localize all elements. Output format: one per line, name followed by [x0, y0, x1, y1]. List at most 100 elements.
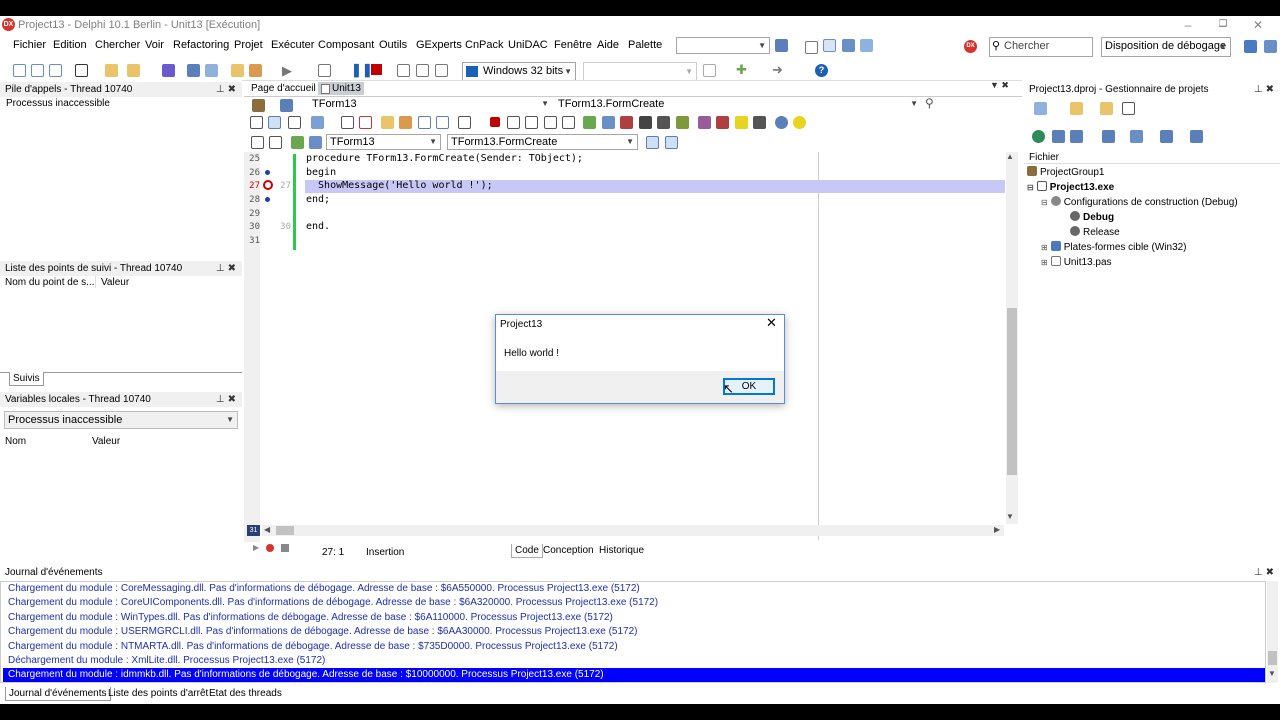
menu-executer[interactable]: Exécuter — [271, 39, 314, 51]
toolbar-icon[interactable] — [525, 116, 538, 129]
toolbar-icon[interactable] — [583, 116, 596, 129]
toolbar-icon[interactable] — [646, 136, 659, 149]
code-line[interactable]: end. — [306, 221, 330, 232]
toolbar-icon[interactable] — [602, 116, 615, 129]
toolbar-icon[interactable] — [507, 116, 520, 129]
tree-project-exe[interactable]: ⊟ Project13.exe — [1027, 181, 1114, 193]
tab-historique[interactable]: Historique — [596, 544, 647, 557]
toolbar-icon[interactable] — [544, 116, 557, 129]
structure-icon[interactable] — [280, 99, 293, 112]
search-input[interactable]: ⚲ Chercher — [989, 37, 1093, 57]
window-icon[interactable] — [842, 39, 855, 52]
menu-cnpack[interactable]: CnPack — [465, 39, 504, 51]
breakpoint-dot-icon[interactable] — [265, 197, 270, 202]
record-macro-icon[interactable] — [266, 544, 274, 552]
minimize-btn[interactable]: – — [1168, 16, 1208, 35]
toolbar-icon[interactable] — [1130, 130, 1143, 143]
help-icon[interactable]: ? — [815, 64, 828, 77]
toolbar-icon[interactable] — [657, 116, 670, 129]
tree-project-group[interactable]: ProjectGroup1 — [1027, 166, 1104, 178]
toolbar-icon[interactable] — [1160, 130, 1173, 143]
remove-icon[interactable] — [75, 64, 88, 77]
options-icon[interactable] — [703, 64, 716, 77]
pin-close-icons[interactable]: ⊥✖ — [216, 261, 239, 276]
new-unit-icon[interactable] — [49, 64, 62, 77]
menu-aide[interactable]: Aide — [597, 39, 619, 51]
menu-projet[interactable]: Projet — [234, 39, 263, 51]
new-form-icon[interactable] — [31, 64, 44, 77]
collapse-icon[interactable]: ⊟ — [1027, 183, 1034, 192]
save-icon[interactable] — [162, 64, 175, 77]
log-line[interactable]: Chargement du module : CoreMessaging.dll… — [8, 583, 640, 594]
toolbar-icon[interactable] — [309, 136, 322, 149]
dx-badge-icon[interactable]: DX — [964, 40, 977, 53]
toolbar-icon[interactable] — [288, 116, 301, 129]
code-line[interactable]: procedure TForm13.FormCreate(Sender: TOb… — [306, 153, 583, 164]
layout-select[interactable]: Disposition de débogage ▼ — [1101, 37, 1231, 57]
toolbar-icon[interactable] — [359, 116, 372, 129]
expand-icon[interactable]: ⊞ — [1041, 258, 1048, 267]
class-combo-2[interactable]: TForm13 ▼ — [326, 134, 441, 150]
close-icon[interactable]: ✕ — [766, 315, 777, 331]
tab-unit13[interactable]: Unit13 — [318, 82, 364, 95]
toolbar-icon[interactable] — [269, 136, 282, 149]
trace-into-icon[interactable] — [416, 64, 429, 77]
tree-release[interactable]: Release — [1070, 226, 1120, 238]
editor-tabs-menu-icon[interactable]: ▼ ✖ — [990, 80, 1009, 91]
menu-unidac[interactable]: UniDAC — [508, 39, 548, 51]
method-combo[interactable]: TForm13.FormCreate ▼ — [555, 97, 921, 112]
chevron-down-icon[interactable]: ▼ — [1006, 512, 1014, 521]
toolbar-icon[interactable] — [291, 136, 304, 149]
database-icon[interactable] — [775, 39, 788, 52]
pin-close-icons[interactable]: ⊥✖ — [1254, 82, 1277, 97]
tab-code[interactable]: Code — [511, 544, 543, 558]
tab-breakpoints[interactable]: Liste des points d'arrêt — [105, 687, 211, 700]
forward-icon[interactable]: ➜ — [772, 62, 783, 78]
close-window-btn[interactable]: ✕ — [1238, 16, 1278, 35]
locals-frame-select[interactable]: Processus inaccessible ▼ — [4, 411, 238, 429]
toolbar-icon[interactable] — [562, 116, 575, 129]
toolbar-icon[interactable] — [775, 116, 788, 129]
play-macro-icon[interactable]: ▶ — [253, 543, 259, 552]
back-icon[interactable]: ✚ — [736, 62, 747, 78]
locals-col-value[interactable]: Valeur — [92, 436, 120, 447]
code-line-current[interactable]: ShowMessage('Hello world !'); — [306, 180, 493, 191]
breakpoint-dot-icon[interactable] — [265, 170, 270, 175]
toolbar-icon[interactable] — [620, 116, 633, 129]
menu-palette[interactable]: Palette — [628, 39, 662, 51]
menu-edition[interactable]: Edition — [53, 39, 87, 51]
toolbar-icon[interactable] — [341, 116, 354, 129]
tree-debug[interactable]: Debug — [1070, 211, 1114, 223]
log-line[interactable]: Déchargement du module : XmlLite.dll. Pr… — [8, 655, 325, 666]
menu-fenetre[interactable]: Fenêtre — [554, 39, 592, 51]
toolbar-icon[interactable] — [716, 116, 729, 129]
toolbar-icon[interactable] — [399, 116, 412, 129]
log-line[interactable]: Chargement du module : NTMARTA.dll. Pas … — [8, 641, 618, 652]
config-select[interactable]: ▼ — [583, 62, 697, 81]
log-line[interactable]: Chargement du module : CoreUIComponents.… — [8, 597, 658, 608]
code-line[interactable]: begin — [306, 167, 336, 178]
tab-suivis[interactable]: Suivis — [9, 372, 44, 386]
tab-thread-status[interactable]: Etat des threads — [206, 687, 285, 700]
menu-fichier[interactable]: Fichier — [13, 39, 46, 51]
chevron-right-icon[interactable]: ▶ — [994, 525, 1000, 534]
toolbar-icon[interactable] — [1070, 130, 1083, 143]
refresh-icon[interactable] — [1032, 130, 1045, 143]
expand-icon[interactable]: ⊞ — [1041, 243, 1048, 252]
platform-select[interactable]: Windows 32 bits ▼ — [462, 62, 576, 81]
open-project-icon[interactable] — [127, 64, 140, 77]
watch-col-value[interactable]: Valeur — [101, 277, 129, 288]
bulb-icon[interactable] — [793, 116, 806, 129]
menu-chercher[interactable]: Chercher — [95, 39, 140, 51]
toolbar-icon[interactable] — [1190, 130, 1203, 143]
toolbar-icon[interactable] — [639, 116, 652, 129]
stop-icon[interactable] — [490, 117, 500, 127]
tree-target-platforms[interactable]: ⊞ Plates-formes cible (Win32) — [1041, 241, 1187, 253]
toolbar-icon[interactable] — [436, 116, 449, 129]
add-to-project-icon[interactable] — [231, 64, 244, 77]
toolbar-icon[interactable] — [676, 116, 689, 129]
save-layout-icon[interactable] — [1244, 40, 1257, 53]
save-all-icon[interactable] — [187, 64, 200, 77]
pin-close-icons[interactable]: ⊥✖ — [216, 82, 239, 97]
class-combo[interactable]: TForm13 ▼ — [309, 97, 552, 112]
